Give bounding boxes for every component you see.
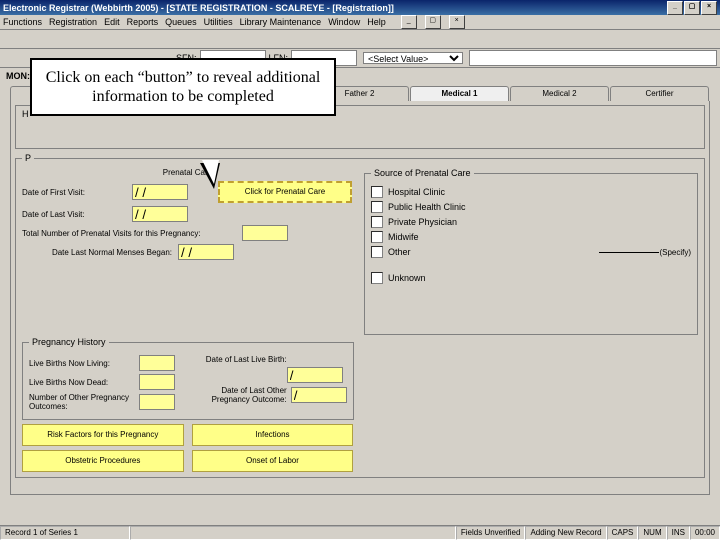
last-visit-label: Date of Last Visit: bbox=[22, 210, 132, 219]
date-last-birth-input[interactable] bbox=[287, 367, 343, 383]
lbl-midwife: Midwife bbox=[388, 232, 419, 242]
group-h-legend: H bbox=[22, 109, 29, 119]
status-record: Record 1 of Series 1 bbox=[0, 526, 130, 540]
chk-other[interactable] bbox=[371, 246, 383, 258]
lbl-other: Other bbox=[388, 247, 411, 257]
status-bar: Record 1 of Series 1 Fields Unverified A… bbox=[0, 525, 720, 540]
specify-label: (Specify) bbox=[659, 248, 691, 257]
mdi-max-button[interactable]: ▢ bbox=[425, 15, 441, 29]
last-menses-label: Date Last Normal Menses Began: bbox=[22, 248, 178, 257]
status-num: NUM bbox=[638, 526, 666, 540]
total-visits-label: Total Number of Prenatal Visits for this… bbox=[22, 229, 242, 238]
status-caps: CAPS bbox=[607, 526, 639, 540]
callout-tail-fill bbox=[202, 160, 219, 184]
other-outcomes-label: Number of Other Pregnancy Outcomes: bbox=[29, 393, 139, 411]
risk-factors-button[interactable]: Risk Factors for this Pregnancy bbox=[22, 424, 184, 446]
menu-queues[interactable]: Queues bbox=[165, 17, 197, 27]
chk-unknown[interactable] bbox=[371, 272, 383, 284]
tool-2[interactable] bbox=[22, 31, 40, 47]
chk-hospital[interactable] bbox=[371, 186, 383, 198]
close-button[interactable]: × bbox=[701, 1, 717, 15]
chk-public[interactable] bbox=[371, 201, 383, 213]
status-unverified: Fields Unverified bbox=[456, 526, 526, 540]
mdi-close-button[interactable]: × bbox=[449, 15, 465, 29]
title-bar: Electronic Registrar (Webbirth 2005) - [… bbox=[0, 0, 720, 15]
toolbar bbox=[0, 30, 720, 49]
first-visit-label: Date of First Visit: bbox=[22, 188, 132, 197]
maximize-button[interactable]: ▢ bbox=[684, 1, 700, 15]
tool-5[interactable] bbox=[79, 31, 97, 47]
click-prenatal-button[interactable]: Click for Prenatal Care bbox=[218, 181, 352, 203]
specify-line[interactable] bbox=[599, 252, 659, 253]
search-text[interactable] bbox=[469, 50, 717, 66]
status-view: Adding New Record bbox=[525, 526, 606, 540]
lbl-private: Private Physician bbox=[388, 217, 457, 227]
tool-3[interactable] bbox=[41, 31, 59, 47]
menu-functions[interactable]: Functions bbox=[3, 17, 42, 27]
window-title: Electronic Registrar (Webbirth 2005) - [… bbox=[3, 3, 394, 13]
group-p: P Prenatal Care* Date of First Visit: Cl… bbox=[15, 153, 705, 478]
live-living-input[interactable] bbox=[139, 355, 175, 371]
live-living-label: Live Births Now Living: bbox=[29, 359, 139, 368]
search-select[interactable]: <Select Value> bbox=[363, 52, 463, 64]
chk-private[interactable] bbox=[371, 216, 383, 228]
group-p-legend: P bbox=[22, 153, 34, 163]
pregnancy-history-fieldset: Pregnancy History Live Births Now Living… bbox=[22, 337, 354, 420]
menu-utilities[interactable]: Utilities bbox=[204, 17, 233, 27]
menu-reports[interactable]: Reports bbox=[127, 17, 159, 27]
tool-7[interactable] bbox=[117, 31, 135, 47]
tab-panel: H P Prenatal Care* Date of First Visit: … bbox=[10, 101, 710, 495]
obstetric-button[interactable]: Obstetric Procedures bbox=[22, 450, 184, 472]
last-visit-input[interactable] bbox=[132, 206, 188, 222]
menu-window[interactable]: Window bbox=[328, 17, 360, 27]
tool-4[interactable] bbox=[60, 31, 78, 47]
menu-library[interactable]: Library Maintenance bbox=[240, 17, 322, 27]
tab-certifier[interactable]: Certifier bbox=[610, 86, 709, 101]
first-visit-input[interactable] bbox=[132, 184, 188, 200]
mdi-min-button[interactable]: _ bbox=[401, 15, 417, 29]
tool-1[interactable] bbox=[3, 31, 21, 47]
source-legend: Source of Prenatal Care bbox=[371, 168, 474, 178]
lbl-unknown: Unknown bbox=[388, 273, 426, 283]
infections-button[interactable]: Infections bbox=[192, 424, 354, 446]
minimize-button[interactable]: _ bbox=[667, 1, 683, 15]
prenatal-care-label: Prenatal Care* bbox=[22, 168, 356, 177]
total-visits-input[interactable] bbox=[242, 225, 288, 241]
last-menses-input[interactable] bbox=[178, 244, 234, 260]
status-time: 00:00 bbox=[690, 526, 720, 540]
source-prenatal-fieldset: Source of Prenatal Care Hospital Clinic … bbox=[364, 168, 698, 335]
menu-bar: Functions Registration Edit Reports Queu… bbox=[0, 15, 720, 30]
mon-label: MON: bbox=[6, 71, 30, 81]
tab-medical2[interactable]: Medical 2 bbox=[510, 86, 609, 101]
instruction-callout: Click on each “button” to reveal additio… bbox=[30, 58, 336, 116]
date-last-outcome-input[interactable] bbox=[291, 387, 347, 403]
tab-medical1[interactable]: Medical 1 bbox=[410, 86, 509, 101]
menu-edit[interactable]: Edit bbox=[104, 17, 120, 27]
preg-hist-legend: Pregnancy History bbox=[29, 337, 109, 347]
live-dead-input[interactable] bbox=[139, 374, 175, 390]
onset-labor-button[interactable]: Onset of Labor bbox=[192, 450, 354, 472]
live-dead-label: Live Births Now Dead: bbox=[29, 378, 139, 387]
lbl-hospital: Hospital Clinic bbox=[388, 187, 445, 197]
menu-help[interactable]: Help bbox=[367, 17, 386, 27]
date-last-birth-label: Date of Last Live Birth: bbox=[187, 355, 291, 364]
date-last-outcome-label: Date of Last Other Pregnancy Outcome: bbox=[187, 386, 291, 404]
tool-8[interactable] bbox=[136, 31, 154, 47]
chk-midwife[interactable] bbox=[371, 231, 383, 243]
status-ins: INS bbox=[667, 526, 690, 540]
lbl-public: Public Health Clinic bbox=[388, 202, 466, 212]
other-outcomes-input[interactable] bbox=[139, 394, 175, 410]
menu-registration[interactable]: Registration bbox=[49, 17, 97, 27]
tool-6[interactable] bbox=[98, 31, 116, 47]
